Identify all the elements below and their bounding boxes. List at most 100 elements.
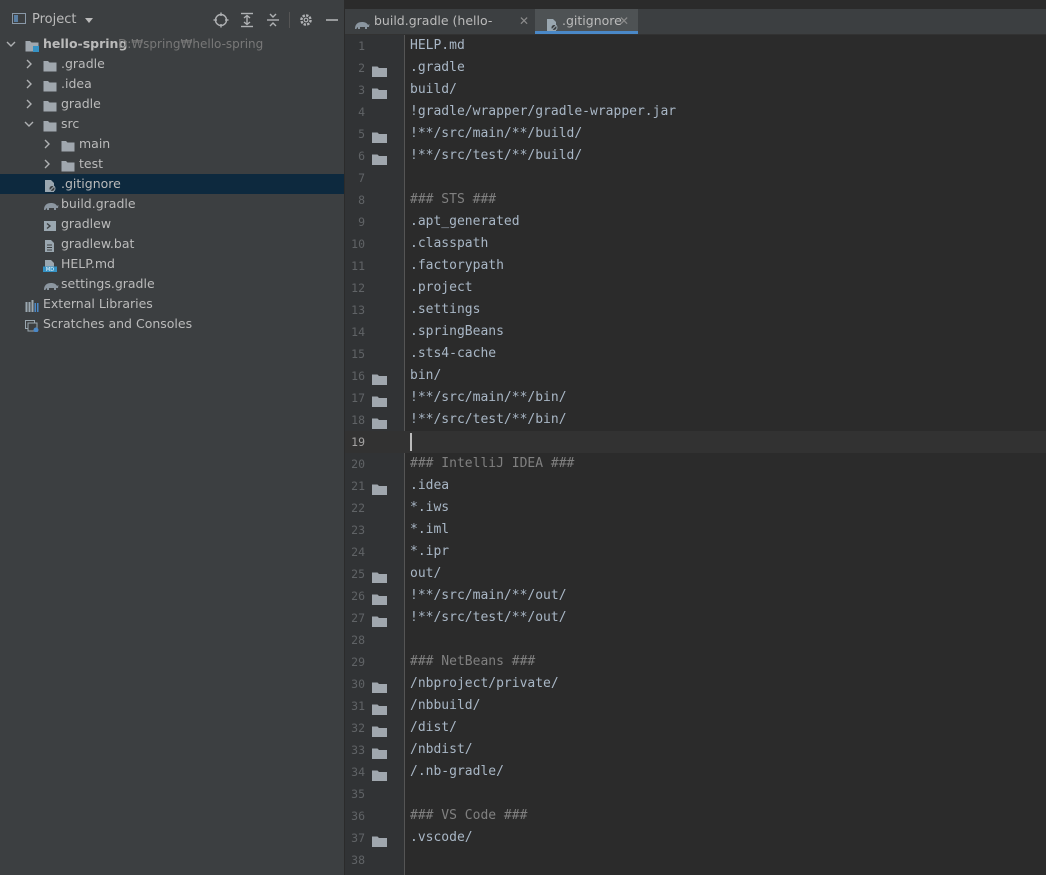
code-line[interactable]: 36 ### VS Code ###: [345, 805, 1046, 827]
chevron-right-icon[interactable]: [42, 154, 52, 174]
code-line[interactable]: 13 .settings: [345, 299, 1046, 321]
code-line[interactable]: 3 build/: [345, 79, 1046, 101]
code-line[interactable]: 20 ### IntelliJ IDEA ###: [345, 453, 1046, 475]
toolbar-separator: [289, 12, 290, 28]
line-number: 7: [358, 171, 365, 185]
code-text: .factorypath: [410, 258, 504, 273]
code-line[interactable]: 1 HELP.md: [345, 35, 1046, 57]
code-line[interactable]: 28: [345, 629, 1046, 651]
chevron-right-icon[interactable]: [24, 74, 34, 94]
code-line[interactable]: 37 .vscode/: [345, 827, 1046, 849]
code-line[interactable]: 21 .idea: [345, 475, 1046, 497]
collapse-all-icon[interactable]: [265, 12, 281, 28]
code-line[interactable]: 7: [345, 167, 1046, 189]
minimize-icon[interactable]: [324, 12, 340, 28]
code-line[interactable]: 15 .sts4-cache: [345, 343, 1046, 365]
folder-icon: [61, 138, 75, 152]
tree-item-gradle[interactable]: gradle: [0, 94, 344, 114]
code-line[interactable]: 5 !**/src/main/**/build/: [345, 123, 1046, 145]
tree-item-gradlew[interactable]: gradlew: [0, 214, 344, 234]
expand-all-icon[interactable]: [239, 12, 255, 28]
code-line[interactable]: 10 .classpath: [345, 233, 1046, 255]
project-panel-title[interactable]: Project: [32, 12, 76, 27]
ide-window: Project hello-spring D:₩spring₩hello-spri…: [0, 0, 1046, 875]
folder-icon: [372, 832, 387, 847]
tree-item-build-gradle[interactable]: build.gradle: [0, 194, 344, 214]
code-line[interactable]: 8 ### STS ###: [345, 189, 1046, 211]
code-line[interactable]: 38: [345, 849, 1046, 871]
code-text: .sts4-cache: [410, 346, 497, 361]
locate-icon[interactable]: [213, 12, 229, 28]
folder-icon: [43, 78, 57, 92]
tree-item-label: gradlew: [61, 216, 112, 231]
folder-icon: [43, 58, 57, 72]
code-text: /dist/: [410, 720, 457, 735]
line-number: 21: [351, 479, 365, 493]
line-number: 17: [351, 391, 365, 405]
chevron-down-icon[interactable]: [24, 114, 34, 134]
code-line[interactable]: 2 .gradle: [345, 57, 1046, 79]
project-view-icon: [12, 13, 26, 24]
view-dropdown-icon[interactable]: [85, 18, 93, 23]
code-text: ### VS Code ###: [410, 808, 528, 823]
code-line[interactable]: 30/nbproject/private/: [345, 673, 1046, 695]
code-line[interactable]: 29 ### NetBeans ###: [345, 651, 1046, 673]
close-icon[interactable]: ✕: [519, 9, 529, 33]
code-line[interactable]: 35: [345, 783, 1046, 805]
tree-item-external-libraries[interactable]: External Libraries: [0, 294, 344, 314]
code-line[interactable]: 17 !**/src/main/**/bin/: [345, 387, 1046, 409]
code-line[interactable]: 18 !**/src/test/**/bin/: [345, 409, 1046, 431]
folder-icon: [372, 84, 387, 99]
code-line[interactable]: 9 .apt_generated: [345, 211, 1046, 233]
code-line[interactable]: 11 .factorypath: [345, 255, 1046, 277]
line-number: 12: [351, 281, 365, 295]
code-line[interactable]: 24 *.ipr: [345, 541, 1046, 563]
chevron-right-icon[interactable]: [24, 54, 34, 74]
tree-item-gitignore[interactable]: .gitignore: [0, 174, 344, 194]
tree-item-hello-spring[interactable]: hello-spring D:₩spring₩hello-spring: [0, 34, 344, 54]
code-text: .gradle: [410, 60, 465, 75]
tree-item-gradlew-bat[interactable]: gradlew.bat: [0, 234, 344, 254]
code-editor[interactable]: 1 HELP.md 2 .gradle 3 build/4 !gradle/wrapper/…: [345, 35, 1046, 875]
code-line[interactable]: 12 .project: [345, 277, 1046, 299]
code-text: ### STS ###: [410, 192, 497, 207]
chevron-right-icon[interactable]: [24, 94, 34, 114]
close-icon[interactable]: ✕: [619, 9, 629, 33]
code-text: HELP.md: [410, 38, 465, 53]
code-line[interactable]: 26 !**/src/main/**/out/: [345, 585, 1046, 607]
code-line[interactable]: 32/dist/: [345, 717, 1046, 739]
line-number: 24: [351, 545, 365, 559]
tab-gitignore[interactable]: .gitignore ✕: [535, 9, 638, 34]
chevron-down-icon[interactable]: [6, 34, 16, 54]
code-line[interactable]: 4 !gradle/wrapper/gradle-wrapper.jar: [345, 101, 1046, 123]
tree-item-help-md[interactable]: MD HELP.md: [0, 254, 344, 274]
tab-build-gradle-hello-spring[interactable]: build.gradle (hello-spring)✕: [345, 9, 535, 52]
tree-item-test[interactable]: test: [0, 154, 344, 174]
line-number: 11: [351, 259, 365, 273]
tree-item-gradle[interactable]: .gradle: [0, 54, 344, 74]
code-line[interactable]: 23 *.iml: [345, 519, 1046, 541]
tree-item-label: test: [79, 156, 104, 171]
code-line[interactable]: 22 *.iws: [345, 497, 1046, 519]
code-text: !**/src/test/**/out/: [410, 610, 567, 625]
code-line[interactable]: 34 /.nb-gradle/: [345, 761, 1046, 783]
code-line[interactable]: 27 !**/src/test/**/out/: [345, 607, 1046, 629]
folder-icon: [372, 62, 387, 77]
line-number: 19: [351, 435, 365, 449]
tree-item-main[interactable]: main: [0, 134, 344, 154]
code-line[interactable]: 33/nbdist/: [345, 739, 1046, 761]
code-line[interactable]: 25 out/: [345, 563, 1046, 585]
code-line[interactable]: 14 .springBeans: [345, 321, 1046, 343]
chevron-right-icon[interactable]: [42, 134, 52, 154]
code-line[interactable]: 6 !**/src/test/**/build/: [345, 145, 1046, 167]
code-line[interactable]: 16 bin/: [345, 365, 1046, 387]
tree-item-src[interactable]: src: [0, 114, 344, 134]
code-line[interactable]: 31/nbbuild/: [345, 695, 1046, 717]
tree-item-idea[interactable]: .idea: [0, 74, 344, 94]
code-line[interactable]: 19: [345, 431, 1046, 453]
tree-item-scratches-and-consoles[interactable]: Scratches and Consoles: [0, 314, 344, 334]
libraries-icon: [25, 298, 39, 312]
tree-item-settings-gradle[interactable]: settings.gradle: [0, 274, 344, 294]
line-number: 26: [351, 589, 365, 603]
gear-icon[interactable]: [298, 12, 314, 28]
